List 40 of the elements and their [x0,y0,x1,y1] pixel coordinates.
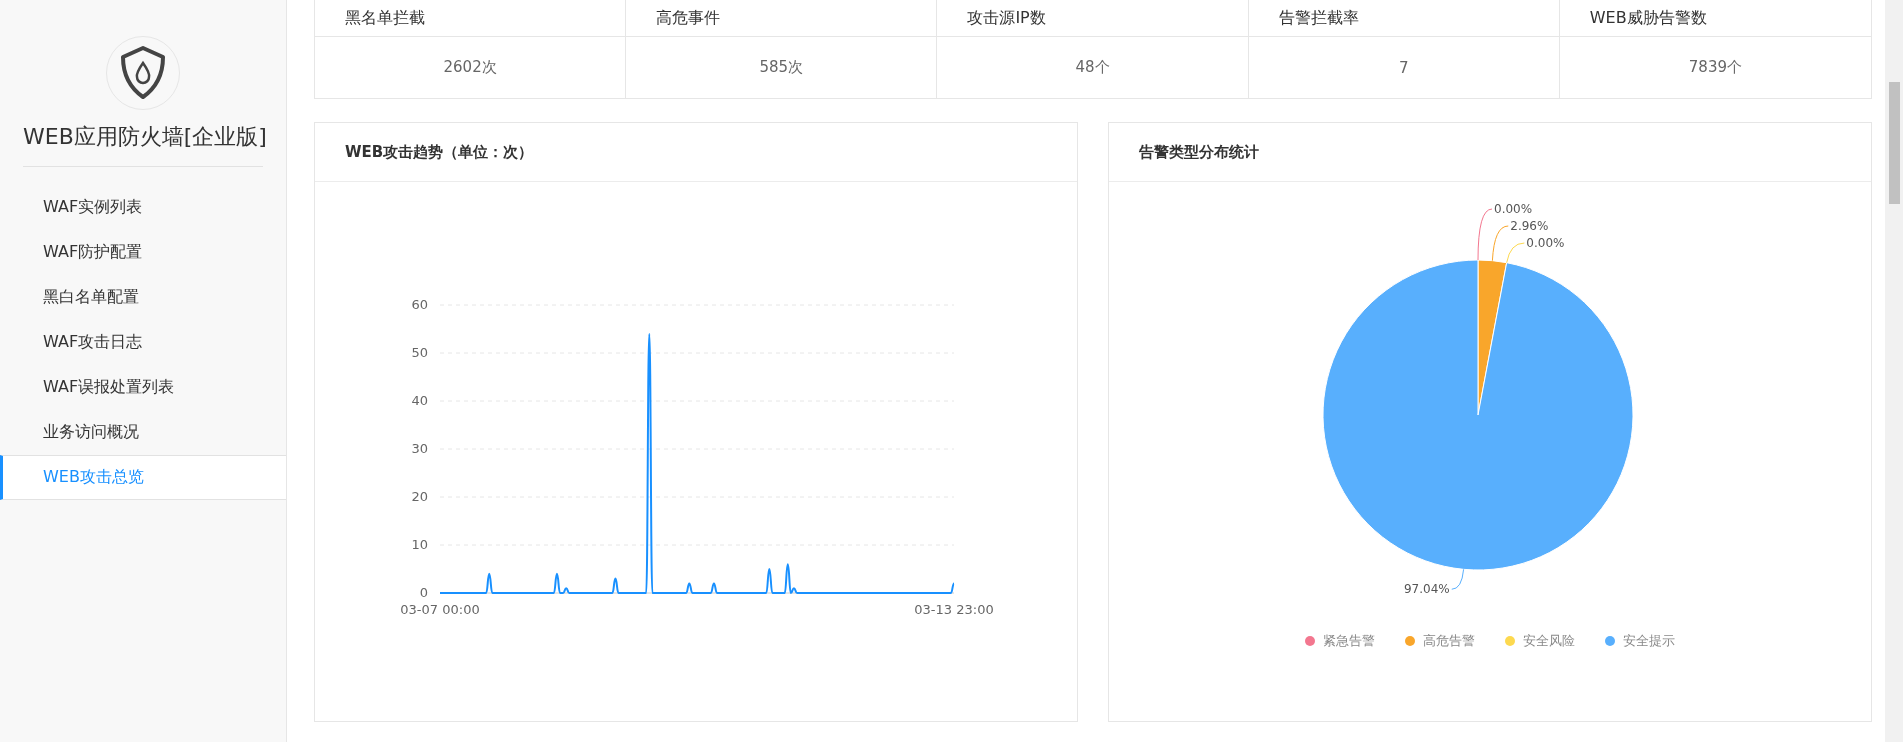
sidebar-item[interactable]: WAF攻击日志 [0,320,286,365]
percent-label: 2.96% [1510,219,1549,233]
sidebar-item[interactable]: 黑白名单配置 [0,275,286,320]
y-axis-label: 0 [419,585,428,600]
table-cell: 2602次 [315,37,627,98]
legend-label[interactable]: 安全提示 [1623,632,1675,650]
x-axis-label: 03-07 00:00 [400,602,480,617]
shield-drop-icon [118,45,168,101]
card-title: 告警类型分布统计 [1139,142,1259,162]
percent-label: 0.00% [1494,202,1533,216]
y-axis-label: 20 [411,489,428,504]
table-cell-text: 7839个 [1687,57,1743,78]
sidebar-item[interactable]: WAF防护配置 [0,230,286,275]
column-header: 攻击源IP数 [937,0,1249,37]
app-title: WEB应用防火墙[企业版] [23,122,263,167]
y-axis-label: 50 [411,345,428,360]
x-axis-label: 03-13 23:00 [914,602,994,617]
y-axis-label: 40 [411,393,428,408]
column-header: 高危事件 [626,0,938,37]
table-cell: 7 [1248,37,1560,98]
y-axis-label: 60 [411,297,428,312]
sidebar-item[interactable]: 业务访问概况 [0,410,286,455]
column-header: 告警拦截率 [1248,0,1560,37]
legend-label[interactable]: 安全风险 [1523,632,1575,650]
column-header: 黑名单拦截 [315,0,627,37]
percent-label: 97.04% [1404,582,1450,597]
legend-label[interactable]: 紧急告警 [1323,632,1375,650]
percent-label: 0.00% [1526,236,1565,250]
card-title: WEB攻击趋势（单位：次） [345,142,534,162]
table-cell: 48个 [937,37,1249,98]
y-axis-label: 10 [411,537,428,552]
sidebar-item[interactable]: WAF实例列表 [0,185,286,230]
leader-line [1451,568,1465,590]
y-axis-label: 30 [411,441,428,456]
scrollbar-thumb[interactable] [1889,82,1900,204]
table-cell: 585次 [626,37,938,98]
sidebar-item[interactable]: WAF误报处置列表 [0,365,286,410]
legend-label[interactable]: 高危告警 [1423,632,1475,650]
scrollbar[interactable] [1885,0,1903,742]
column-header: WEB威胁告警数 [1559,0,1871,37]
